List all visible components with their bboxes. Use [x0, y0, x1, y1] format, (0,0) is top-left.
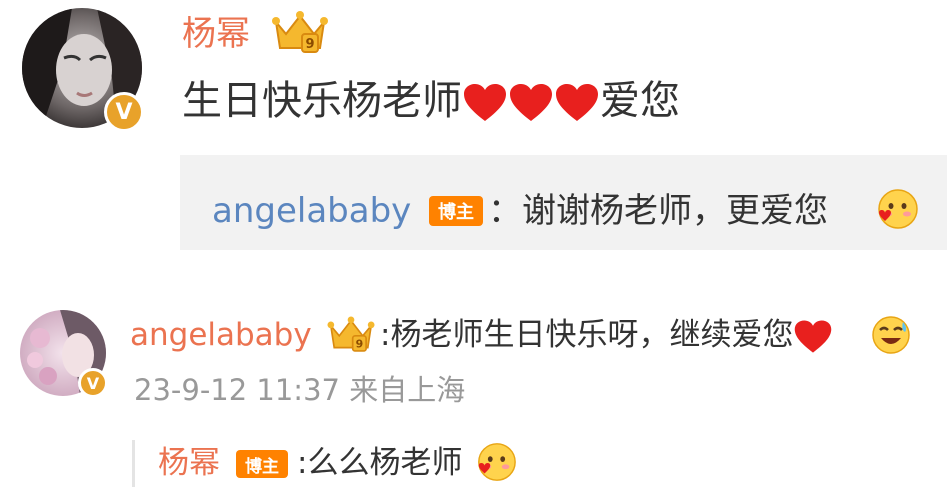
post-text: 生日快乐杨老师 爱您	[182, 76, 680, 126]
heart-emoji	[795, 319, 832, 353]
svg-text:9: 9	[305, 37, 314, 52]
comment-meta: 23-9-12 11:37 来自上海	[134, 373, 466, 407]
heart-emoji	[556, 84, 598, 121]
heart-emoji	[510, 84, 552, 121]
comment-text-main: :杨老师生日快乐呀，继续爱您	[380, 317, 794, 353]
crown-icon: 9	[272, 11, 328, 53]
avatar-yangmi[interactable]: V	[22, 8, 144, 132]
post-author-name[interactable]: 杨幂	[182, 14, 250, 54]
comment-reply-text: :么么杨老师	[297, 445, 463, 481]
blogger-tag: 博主	[236, 450, 288, 478]
comment-author-name[interactable]: angelababy	[130, 316, 312, 354]
verified-v-icon: V	[78, 368, 108, 398]
blush-kiss-emoji	[478, 443, 516, 481]
happy-tears-emoji	[872, 316, 910, 354]
verified-v-icon: V	[104, 92, 144, 132]
comment-reply-divider	[132, 440, 135, 487]
post-text-tail: 爱您	[600, 78, 680, 124]
post-reply-text: ：谢谢杨老师，更爱您	[488, 191, 828, 231]
blogger-tag: 博主	[429, 196, 483, 226]
blush-kiss-emoji	[878, 189, 918, 229]
crown-icon: 9	[327, 316, 375, 352]
post-reply-author[interactable]: angelababy	[212, 190, 411, 232]
heart-emoji	[464, 84, 506, 121]
comment-reply-author[interactable]: 杨幂	[158, 444, 220, 482]
comment-text: :杨老师生日快乐呀，继续爱您	[380, 316, 833, 355]
svg-text:9: 9	[356, 338, 364, 351]
avatar-angelababy[interactable]: V	[20, 310, 108, 398]
post-text-main: 生日快乐杨老师	[182, 78, 462, 124]
